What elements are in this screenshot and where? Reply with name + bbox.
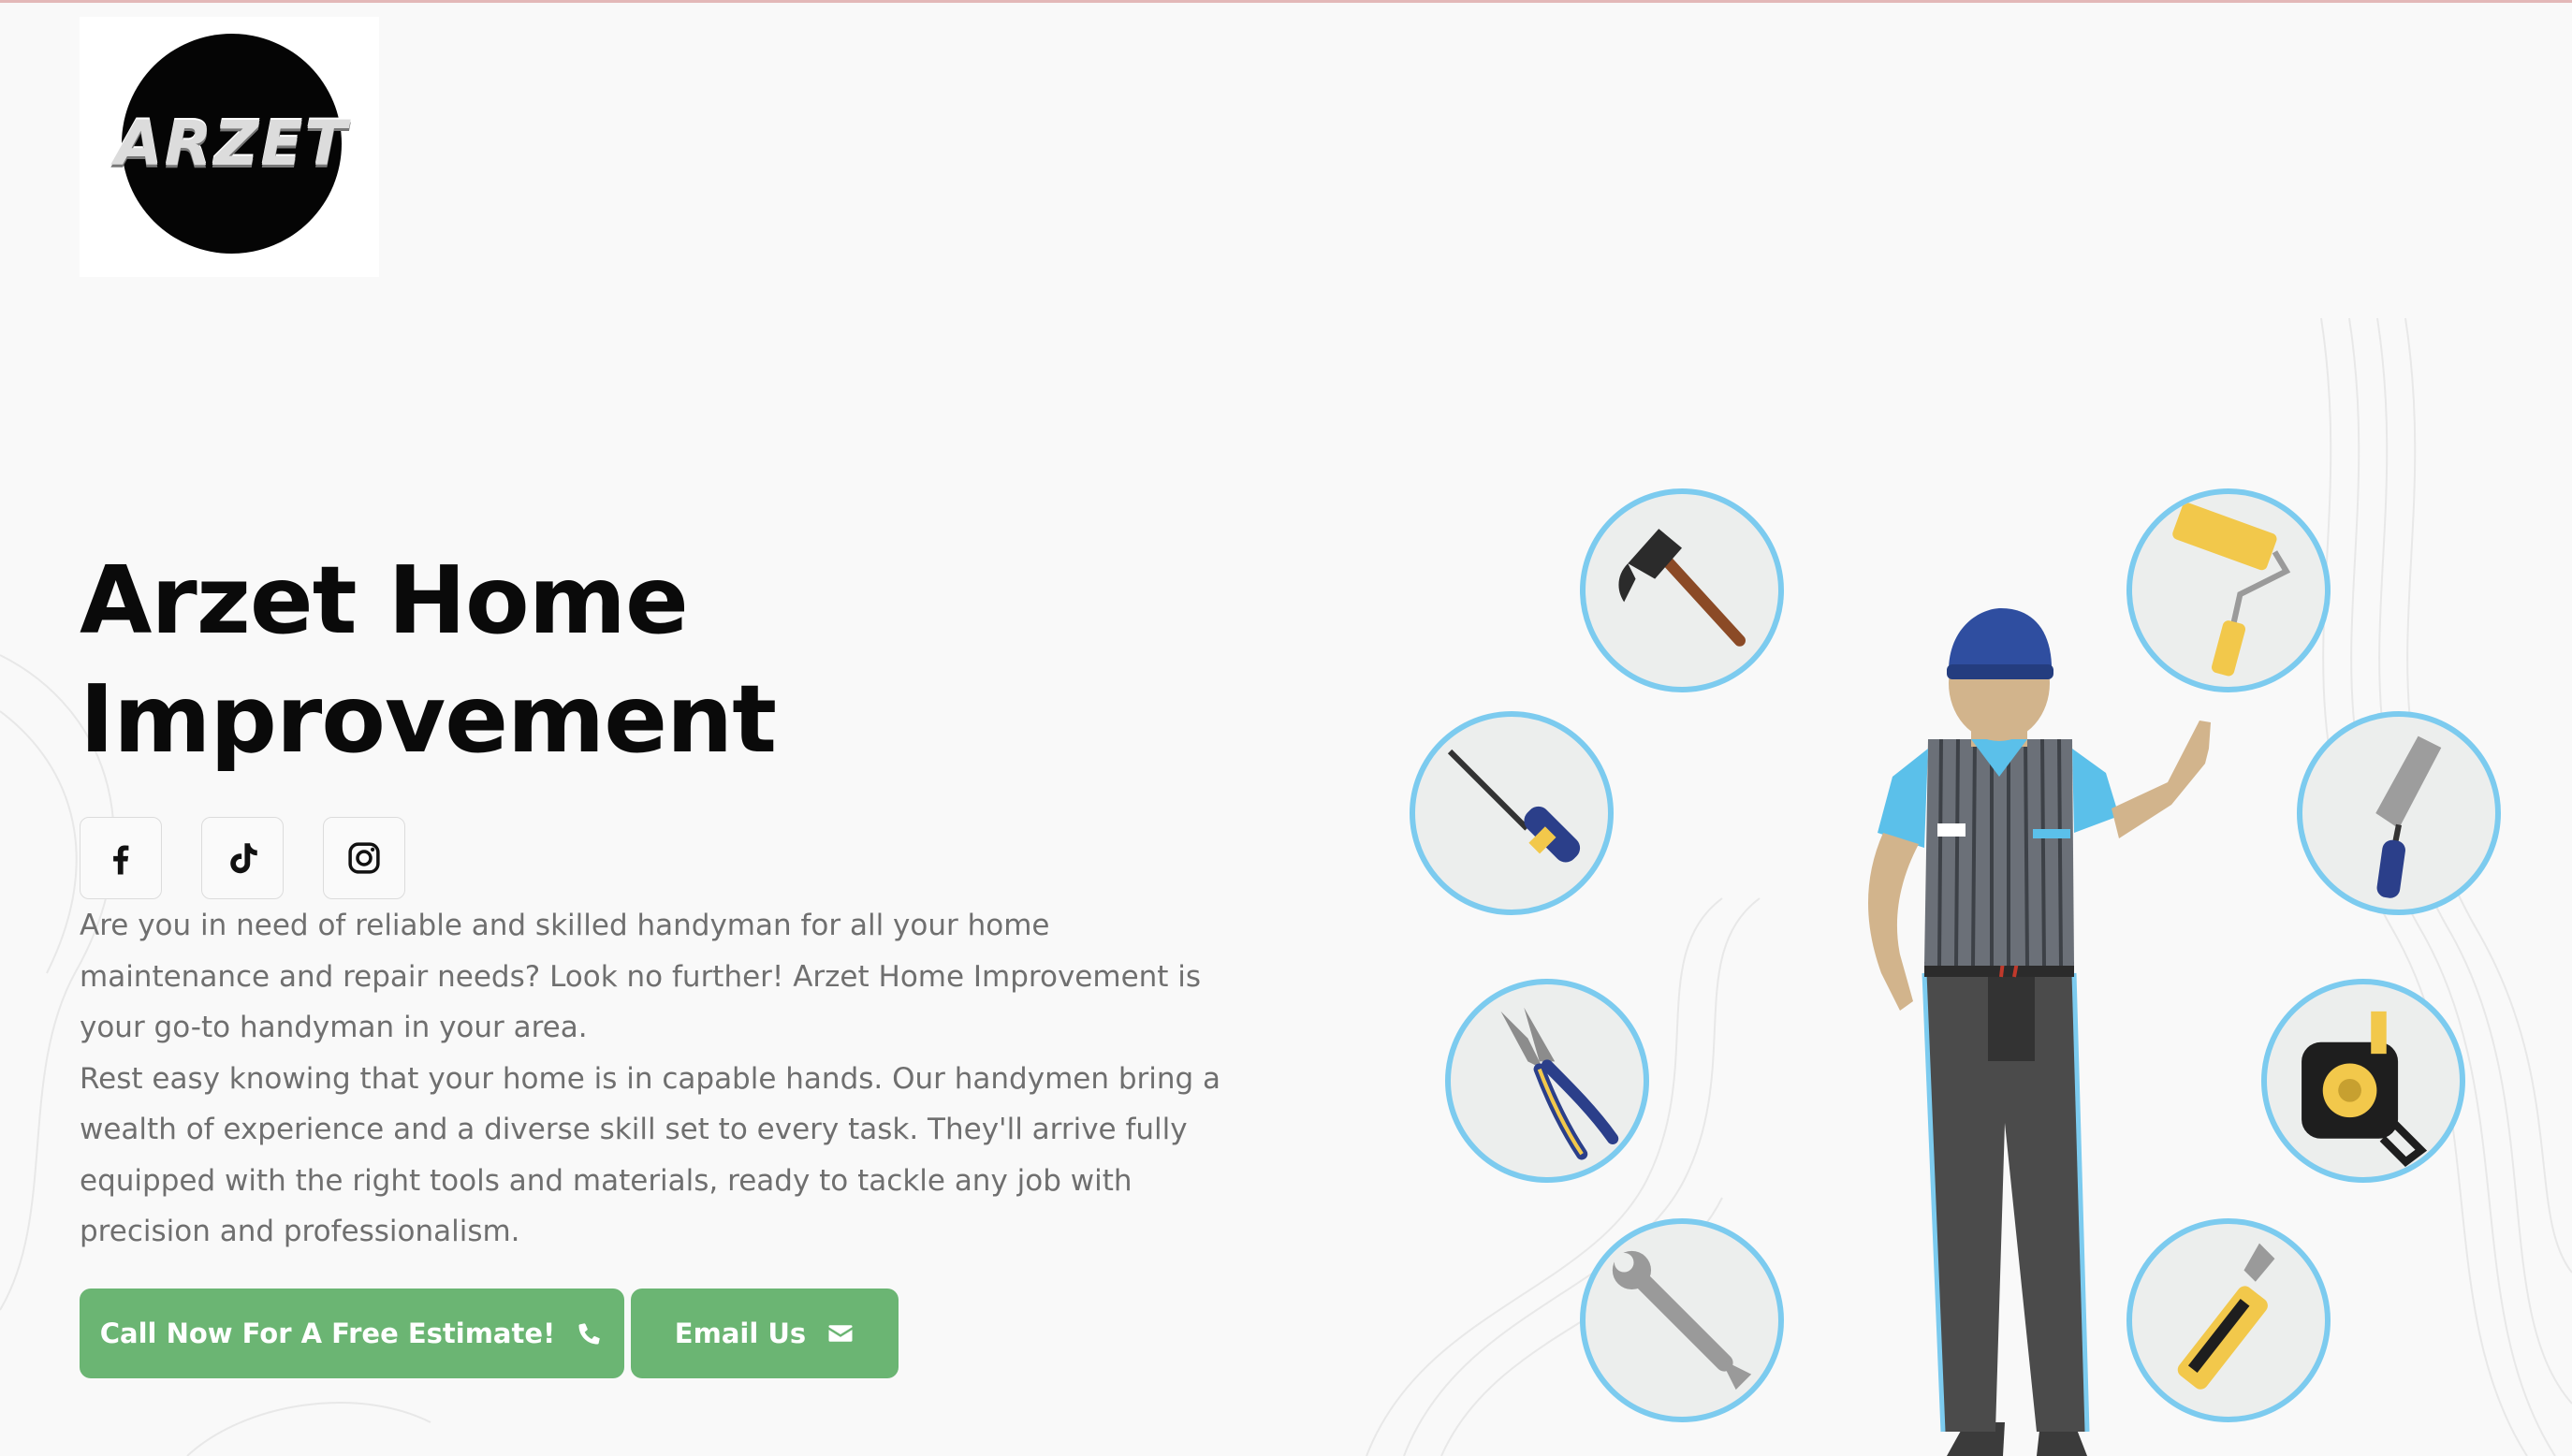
trowel-tool-circle xyxy=(2297,711,2501,915)
trowel-icon xyxy=(2375,735,2442,898)
logo-text: ARZET xyxy=(114,108,349,180)
handyman-illustration xyxy=(1348,309,2572,1456)
description-paragraph-2: Rest easy knowing that your home is in c… xyxy=(80,1061,1221,1249)
call-now-label: Call Now For A Free Estimate! xyxy=(99,1318,556,1349)
hammer-icon xyxy=(1618,529,1746,647)
handyman-figure xyxy=(1868,608,2211,1456)
instagram-link[interactable] xyxy=(323,817,405,899)
hero-description: Are you in need of reliable and skilled … xyxy=(80,900,1231,1258)
description-paragraph-1: Are you in need of reliable and skilled … xyxy=(80,909,1202,1044)
pliers-icon xyxy=(1500,1007,1619,1160)
wrench-tool-circle xyxy=(1580,1218,1784,1422)
page-title: Arzet Home Improvement xyxy=(80,541,922,779)
email-us-label: Email Us xyxy=(674,1318,807,1349)
envelope-icon xyxy=(828,1325,853,1342)
pliers-tool-circle xyxy=(1445,979,1649,1183)
page-title-line-1: Arzet Home xyxy=(80,546,689,655)
tape-measure-icon xyxy=(2302,1011,2428,1167)
tiktok-link[interactable] xyxy=(201,817,284,899)
email-us-button[interactable]: Email Us xyxy=(631,1289,899,1378)
call-now-button[interactable]: Call Now For A Free Estimate! xyxy=(80,1289,624,1378)
facebook-icon xyxy=(113,845,129,875)
facebook-link[interactable] xyxy=(80,817,162,899)
logo-badge: ARZET xyxy=(115,34,346,254)
screwdriver-icon xyxy=(1447,749,1581,863)
instagram-icon xyxy=(348,842,380,874)
hammer-tool-circle xyxy=(1580,488,1784,692)
logo[interactable]: ARZET xyxy=(80,17,379,277)
phone-icon xyxy=(578,1323,600,1345)
wrench-icon xyxy=(1612,1250,1752,1390)
social-links xyxy=(80,817,405,899)
tape-measure-tool-circle xyxy=(2261,979,2465,1183)
tiktok-icon xyxy=(230,843,257,874)
screwdriver-tool-circle xyxy=(1410,711,1614,915)
page-title-line-2: Improvement xyxy=(80,664,777,774)
